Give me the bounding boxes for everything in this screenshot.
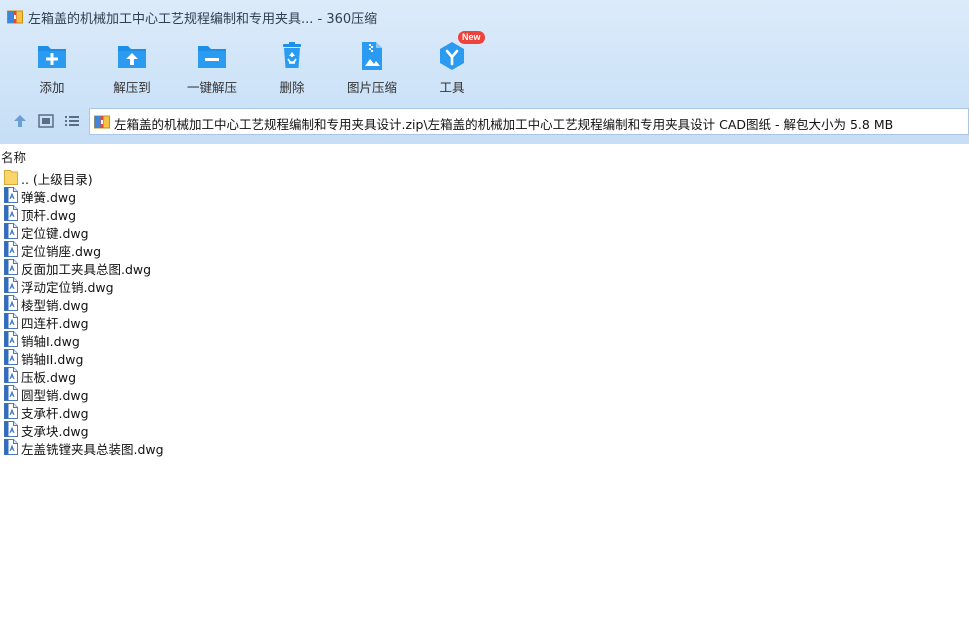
- list-view-icon[interactable]: [63, 112, 81, 130]
- toolbar: 添加 解压到 一键解压 删除 图片压缩 New 工具: [0, 31, 969, 100]
- dwg-file-icon: [4, 439, 18, 455]
- file-row[interactable]: 左盖铣镗夹具总装图.dwg: [0, 438, 969, 457]
- one-click-extract-label: 一键解压: [186, 80, 237, 95]
- column-header: 名称: [0, 144, 969, 166]
- archive-icon: [94, 115, 110, 129]
- file-row[interactable]: 反面加工夹具总图.dwg: [0, 258, 969, 277]
- dwg-file-icon: [4, 367, 18, 383]
- dwg-file-icon: [4, 403, 18, 419]
- parent-directory-row[interactable]: .. (上级目录): [0, 168, 969, 187]
- file-row[interactable]: 支承块.dwg: [0, 420, 969, 439]
- file-row[interactable]: 定位键.dwg: [0, 222, 969, 241]
- dwg-file-icon: [4, 223, 18, 239]
- one-click-extract-icon: [198, 46, 226, 68]
- dwg-file-icon: [4, 313, 18, 329]
- window-title: 左箱盖的机械加工中心工艺规程编制和专用夹具... - 360压缩: [28, 12, 378, 27]
- dwg-file-icon: [4, 241, 18, 257]
- dwg-file-icon: [4, 385, 18, 401]
- recycle-bin-icon: [283, 42, 301, 68]
- image-compress-label: 图片压缩: [346, 80, 397, 95]
- extract-to-button[interactable]: 解压到: [92, 36, 172, 100]
- file-row[interactable]: 销轴II.dwg: [0, 348, 969, 367]
- image-compress-button[interactable]: 图片压缩: [332, 36, 412, 100]
- folder-icon: [4, 170, 18, 185]
- file-row[interactable]: 支承杆.dwg: [0, 402, 969, 421]
- file-list: .. (上级目录) 弹簧.dwg 顶杆.dwg 定位键.dwg 定位销座.dwg 反面加…: [0, 168, 969, 457]
- address-path: 左箱盖的机械加工中心工艺规程编制和专用夹具设计.zip\左箱盖的机械加工中心工艺…: [114, 117, 894, 132]
- one-click-extract-button[interactable]: 一键解压: [172, 36, 252, 100]
- dwg-file-icon: [4, 295, 18, 311]
- navigation-row: 左箱盖的机械加工中心工艺规程编制和专用夹具设计.zip\左箱盖的机械加工中心工艺…: [0, 106, 969, 136]
- extract-to-icon: [118, 46, 146, 68]
- image-compress-icon: [362, 42, 382, 70]
- window-header: 左箱盖的机械加工中心工艺规程编制和专用夹具... - 360压缩 添加 解压到: [0, 0, 969, 144]
- file-row[interactable]: 浮动定位销.dwg: [0, 276, 969, 295]
- extract-to-label: 解压到: [113, 80, 151, 95]
- dwg-file-icon: [4, 331, 18, 347]
- file-row[interactable]: 销轴I.dwg: [0, 330, 969, 349]
- delete-button[interactable]: 删除: [252, 36, 332, 100]
- file-row[interactable]: 压板.dwg: [0, 366, 969, 385]
- column-name-header[interactable]: 名称: [1, 147, 26, 166]
- dwg-file-icon: [4, 349, 18, 365]
- file-row[interactable]: 圆型销.dwg: [0, 384, 969, 403]
- tools-button[interactable]: New 工具: [412, 31, 492, 100]
- new-badge: New: [458, 31, 485, 44]
- dwg-file-icon: [4, 277, 18, 293]
- file-row[interactable]: 四连杆.dwg: [0, 312, 969, 331]
- file-row[interactable]: 弹簧.dwg: [0, 186, 969, 205]
- address-bar[interactable]: 左箱盖的机械加工中心工艺规程编制和专用夹具设计.zip\左箱盖的机械加工中心工艺…: [89, 108, 969, 135]
- add-label: 添加: [39, 80, 65, 95]
- dwg-file-icon: [4, 421, 18, 437]
- delete-label: 删除: [279, 80, 305, 95]
- add-button[interactable]: 添加: [12, 36, 92, 100]
- thumbnail-view-icon[interactable]: [37, 112, 55, 130]
- dwg-file-icon: [4, 259, 18, 275]
- archive-app-icon: [7, 10, 23, 24]
- up-arrow-icon[interactable]: [11, 112, 29, 130]
- file-name: 左盖铣镗夹具总装图.dwg: [21, 442, 164, 457]
- file-row[interactable]: 顶杆.dwg: [0, 204, 969, 223]
- tools-icon: [440, 42, 464, 70]
- tools-label: 工具: [439, 80, 465, 95]
- dwg-file-icon: [4, 187, 18, 203]
- title-bar[interactable]: 左箱盖的机械加工中心工艺规程编制和专用夹具... - 360压缩: [0, 0, 969, 34]
- file-row[interactable]: 定位销座.dwg: [0, 240, 969, 259]
- file-row[interactable]: 棱型销.dwg: [0, 294, 969, 313]
- add-archive-icon: [38, 46, 66, 68]
- dwg-file-icon: [4, 205, 18, 221]
